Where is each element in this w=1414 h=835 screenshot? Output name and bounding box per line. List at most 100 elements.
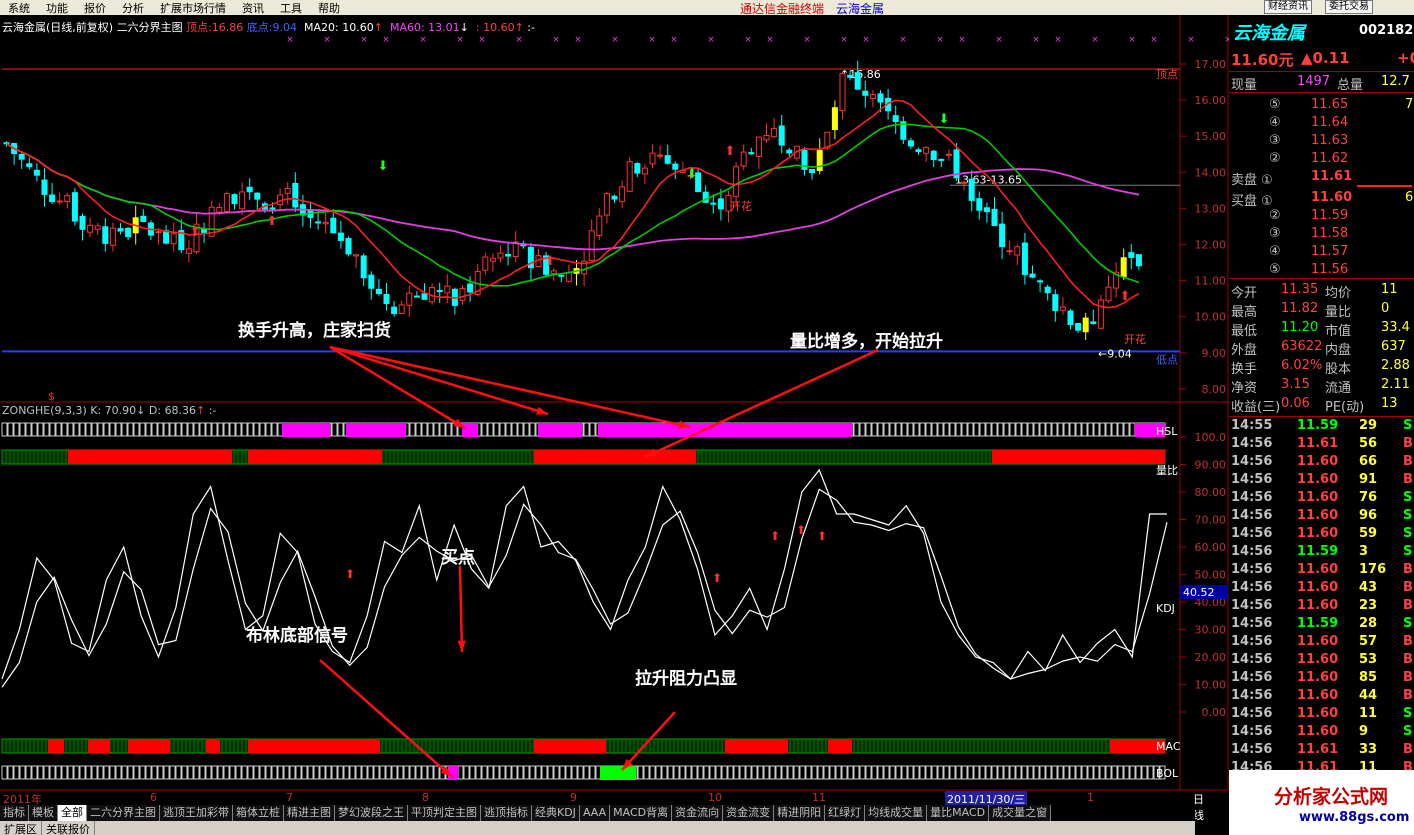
tab-8[interactable]: 平顶判定主图 bbox=[408, 805, 481, 821]
tab-16[interactable]: 红绿灯 bbox=[825, 805, 866, 821]
bol-cell bbox=[715, 765, 722, 780]
bol-cell bbox=[709, 765, 716, 780]
bol-cell bbox=[547, 765, 554, 780]
hsl-cell bbox=[1087, 422, 1094, 437]
annotation-bollinger: 布林底部信号 bbox=[246, 626, 348, 646]
tick-row: 14:56 11.60 23 B bbox=[1231, 598, 1413, 613]
bol-cell bbox=[55, 765, 62, 780]
bol-cell bbox=[253, 765, 260, 780]
bol-cell bbox=[283, 765, 290, 780]
bol-cell bbox=[925, 765, 932, 780]
tick-row: 14:56 11.61 56 B bbox=[1231, 436, 1413, 451]
hsl-cell bbox=[49, 422, 56, 437]
cross-mark: × bbox=[456, 35, 464, 45]
kline-chart[interactable]: 17.0016.0015.0014.0013.0012.0011.0010.00… bbox=[0, 0, 1229, 805]
tab-0[interactable]: 指标 bbox=[0, 805, 29, 821]
kdj-tick-label: 100.0 bbox=[1195, 431, 1227, 444]
hsl-cell bbox=[181, 422, 188, 437]
bol-cell bbox=[367, 765, 374, 780]
bol-cell bbox=[901, 765, 908, 780]
hsl-cell bbox=[13, 422, 20, 437]
tab-14[interactable]: 资金流变 bbox=[723, 805, 775, 821]
hsl-cell bbox=[85, 422, 92, 437]
ma60-value: MA60: 13.01 bbox=[389, 21, 460, 34]
hsl-cell bbox=[1015, 422, 1022, 437]
tab-5[interactable]: 箱体立桩 bbox=[233, 805, 284, 821]
cross-mark: × bbox=[1187, 35, 1195, 45]
tab-7[interactable]: 梦幻波段之王 bbox=[335, 805, 408, 821]
tab-1[interactable]: 模板 bbox=[29, 805, 58, 821]
kdj-buy-arrow: ⬆ bbox=[712, 571, 722, 585]
bol-cell bbox=[259, 765, 266, 780]
tab-4[interactable]: 逃顶王加彩带 bbox=[160, 805, 233, 821]
hsl-cell bbox=[139, 422, 146, 437]
candle-body bbox=[467, 283, 474, 293]
bol-cell bbox=[205, 765, 212, 780]
hsl-cell bbox=[259, 422, 266, 437]
tab-3[interactable]: 二六分界主图 bbox=[87, 805, 160, 821]
candle-body bbox=[79, 215, 86, 230]
candle-body bbox=[1135, 254, 1142, 267]
bol-cell bbox=[457, 765, 464, 780]
candle-body bbox=[945, 153, 952, 156]
tab-15[interactable]: 精进阴阳 bbox=[774, 805, 826, 821]
date-label: 8 bbox=[422, 791, 429, 804]
hsl-cell bbox=[589, 422, 596, 437]
hsl-cell bbox=[481, 422, 488, 437]
bid-row: ③ 11.58 bbox=[1269, 226, 1349, 241]
hsl-cell bbox=[91, 422, 98, 437]
candle-body bbox=[831, 107, 838, 131]
hsl-cell bbox=[199, 422, 206, 437]
candle-body bbox=[322, 221, 329, 225]
bol-cell bbox=[1141, 765, 1148, 780]
candle-body bbox=[877, 93, 884, 103]
tick-row: 14:56 11.60 96 S bbox=[1231, 508, 1413, 523]
candle-body bbox=[565, 272, 572, 282]
hsl-cell bbox=[415, 422, 422, 437]
candle-body bbox=[163, 230, 170, 244]
hsl-cell bbox=[889, 422, 896, 437]
bol-cell bbox=[661, 765, 668, 780]
bol-cell bbox=[505, 765, 512, 780]
bol-cell bbox=[391, 765, 398, 780]
candle-body bbox=[1029, 273, 1036, 278]
tab-13[interactable]: 资金流向 bbox=[672, 805, 724, 821]
hsl-cell bbox=[1057, 422, 1064, 437]
bol-cell bbox=[1063, 765, 1070, 780]
finance-news-button[interactable]: 财经资讯 bbox=[1264, 0, 1312, 14]
tab-17[interactable]: 均线成交量 bbox=[865, 805, 928, 821]
bol-cell bbox=[529, 765, 536, 780]
candle-body bbox=[254, 192, 261, 200]
bol-cell bbox=[115, 765, 122, 780]
bol-cell bbox=[511, 765, 518, 780]
hsl-cell bbox=[31, 422, 38, 437]
hsl-cell bbox=[145, 422, 152, 437]
bid-row: 买盘 ① 11.60 6 bbox=[1231, 190, 1414, 209]
bol-cell bbox=[649, 765, 656, 780]
tab-6[interactable]: 精进主图 bbox=[284, 805, 335, 821]
tab-2[interactable]: 全部 bbox=[58, 805, 87, 821]
lb-on-block bbox=[534, 450, 696, 464]
tab-12[interactable]: MACD背离 bbox=[610, 805, 673, 821]
tab-19[interactable]: 成交量之窗 bbox=[989, 805, 1052, 821]
candle-body bbox=[763, 135, 770, 141]
ext-tab-0[interactable]: 扩展区 bbox=[0, 821, 42, 835]
tab-18[interactable]: 量比MACD bbox=[927, 805, 990, 821]
candle-body bbox=[847, 74, 854, 78]
stock-code: 002182 bbox=[1359, 23, 1414, 38]
ext-tab-1[interactable]: 关联报价 bbox=[42, 821, 95, 835]
bol-cell bbox=[499, 765, 506, 780]
trade-button[interactable]: 委托交易 bbox=[1325, 0, 1373, 14]
hsl-on-block bbox=[538, 423, 582, 437]
tab-11[interactable]: AAA bbox=[579, 805, 611, 821]
candle-body bbox=[26, 163, 33, 168]
candle-body bbox=[611, 195, 618, 200]
tab-9[interactable]: 逃顶指标 bbox=[481, 805, 532, 821]
candle-body bbox=[961, 181, 968, 184]
candle-body bbox=[619, 186, 626, 203]
bol-cell bbox=[127, 765, 134, 780]
tab-10[interactable]: 经典KDJ bbox=[532, 805, 580, 821]
cross-mark: × bbox=[840, 35, 848, 45]
hsl-cell bbox=[1111, 422, 1118, 437]
d-value: D: 68.36 bbox=[148, 404, 197, 417]
